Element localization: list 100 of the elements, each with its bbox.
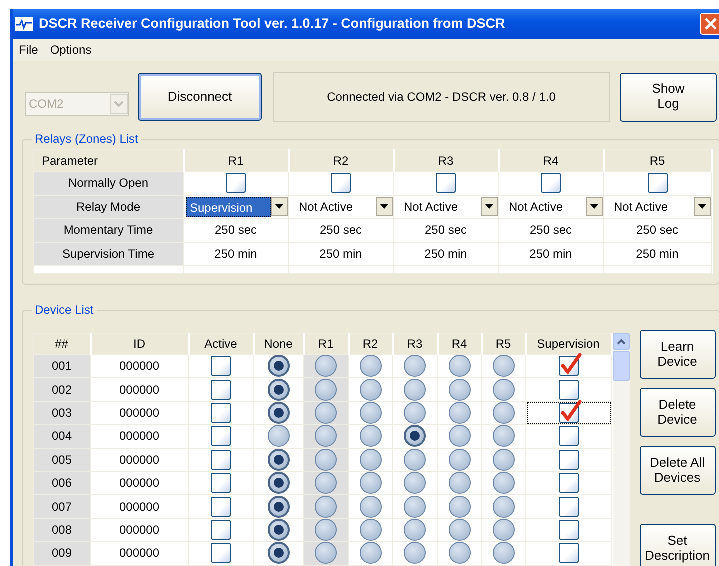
checkbox[interactable] [558, 426, 578, 446]
checkbox[interactable] [436, 173, 456, 194]
checkbox[interactable] [211, 426, 231, 446]
menu-item[interactable]: Options [46, 41, 96, 59]
radio-button[interactable] [268, 378, 290, 401]
radio-button[interactable] [404, 402, 426, 424]
checkbox[interactable] [226, 173, 246, 194]
device-button[interactable]: Learn Device [640, 330, 716, 379]
radio-button[interactable] [404, 425, 426, 448]
radio-button[interactable] [492, 355, 514, 378]
radio-button[interactable] [404, 355, 426, 378]
radio-button[interactable] [404, 378, 426, 401]
radio-button[interactable] [315, 402, 337, 424]
radio-button[interactable] [448, 496, 470, 518]
radio-button[interactable] [492, 378, 514, 401]
checkbox[interactable] [558, 496, 578, 517]
device-button[interactable]: Delete All Devices [640, 446, 716, 495]
scrollbar[interactable] [612, 333, 630, 566]
checkbox[interactable] [211, 450, 231, 470]
radio-button[interactable] [360, 472, 382, 494]
scroll-up-button[interactable] [612, 333, 630, 350]
dropdown-arrow-button[interactable] [481, 197, 498, 216]
device-button[interactable]: Set Description [640, 524, 716, 566]
radio-button[interactable] [492, 448, 514, 471]
radio-button[interactable] [448, 425, 470, 448]
relay-mode-dropdown[interactable]: Not Active [394, 196, 498, 218]
scrollbar-thumb[interactable] [612, 351, 630, 381]
radio-button[interactable] [404, 472, 426, 494]
checkbox[interactable] [331, 173, 351, 194]
checkbox[interactable] [558, 543, 578, 564]
radio-button[interactable] [315, 378, 337, 401]
radio-button[interactable] [268, 472, 290, 494]
radio-button[interactable] [448, 472, 470, 494]
radio-button[interactable] [360, 402, 382, 424]
radio-button[interactable] [315, 355, 337, 378]
radio-button[interactable] [268, 402, 290, 424]
checkbox[interactable] [211, 543, 231, 564]
radio-button[interactable] [315, 496, 337, 518]
dropdown-arrow-button[interactable] [694, 197, 711, 216]
checkbox[interactable] [211, 380, 231, 400]
checkbox[interactable] [558, 450, 578, 470]
radio-button[interactable] [448, 378, 470, 401]
radio-button[interactable] [492, 425, 514, 448]
checkbox[interactable] [558, 473, 578, 494]
radio-button[interactable] [448, 355, 470, 378]
radio-button[interactable] [492, 518, 514, 541]
checkbox[interactable] [211, 520, 231, 540]
checkbox[interactable] [211, 496, 231, 517]
radio-button[interactable] [448, 402, 470, 424]
column-header: Active [188, 334, 254, 354]
radio-button[interactable] [315, 518, 337, 541]
radio-button[interactable] [360, 542, 382, 564]
radio-button[interactable] [268, 518, 290, 541]
radio-button[interactable] [360, 425, 382, 448]
relay-mode-dropdown[interactable]: Not Active [289, 196, 393, 218]
radio-button[interactable] [360, 518, 382, 541]
radio-button[interactable] [448, 518, 470, 541]
radio-button[interactable] [315, 542, 337, 564]
disconnect-button[interactable]: Disconnect [138, 73, 262, 121]
column-header: R3 [394, 150, 498, 172]
radio-button[interactable] [268, 425, 290, 448]
radio-button[interactable] [315, 425, 337, 448]
radio-button[interactable] [492, 542, 514, 564]
connection-status: Connected via COM2 - DSCR ver. 0.8 / 1.0 [273, 72, 610, 122]
table-cell: 250 min [394, 242, 498, 266]
close-button[interactable] [700, 13, 719, 35]
menu-item[interactable]: File [15, 41, 42, 59]
radio-button[interactable] [404, 496, 426, 518]
radio-button[interactable] [492, 496, 514, 518]
radio-button[interactable] [360, 496, 382, 518]
radio-button[interactable] [448, 542, 470, 564]
radio-button[interactable] [404, 448, 426, 471]
radio-button[interactable] [492, 472, 514, 494]
radio-button[interactable] [492, 402, 514, 424]
radio-button[interactable] [360, 448, 382, 471]
show-log-button[interactable]: Show Log [620, 72, 717, 122]
checkbox[interactable] [211, 356, 231, 376]
radio-button[interactable] [404, 542, 426, 564]
dropdown-arrow-button[interactable] [586, 197, 603, 216]
dropdown-arrow-button[interactable] [376, 197, 393, 216]
radio-button[interactable] [268, 542, 290, 564]
checkbox[interactable] [558, 380, 578, 400]
radio-button[interactable] [268, 496, 290, 518]
checkbox[interactable] [211, 402, 231, 423]
radio-button[interactable] [360, 378, 382, 401]
relay-mode-dropdown[interactable]: Not Active [499, 196, 603, 218]
radio-button[interactable] [315, 472, 337, 494]
radio-button[interactable] [315, 448, 337, 471]
checkbox[interactable] [648, 173, 668, 194]
radio-button[interactable] [404, 518, 426, 541]
relay-mode-dropdown[interactable]: Not Active [604, 196, 711, 218]
radio-button[interactable] [268, 448, 290, 471]
checkbox[interactable] [558, 520, 578, 540]
radio-button[interactable] [360, 355, 382, 378]
device-button[interactable]: Delete Device [640, 388, 716, 437]
checkbox[interactable] [211, 473, 231, 494]
radio-button[interactable] [268, 355, 290, 378]
dropdown-arrow-button[interactable] [271, 197, 288, 216]
checkbox[interactable] [541, 173, 561, 194]
radio-button[interactable] [448, 448, 470, 471]
